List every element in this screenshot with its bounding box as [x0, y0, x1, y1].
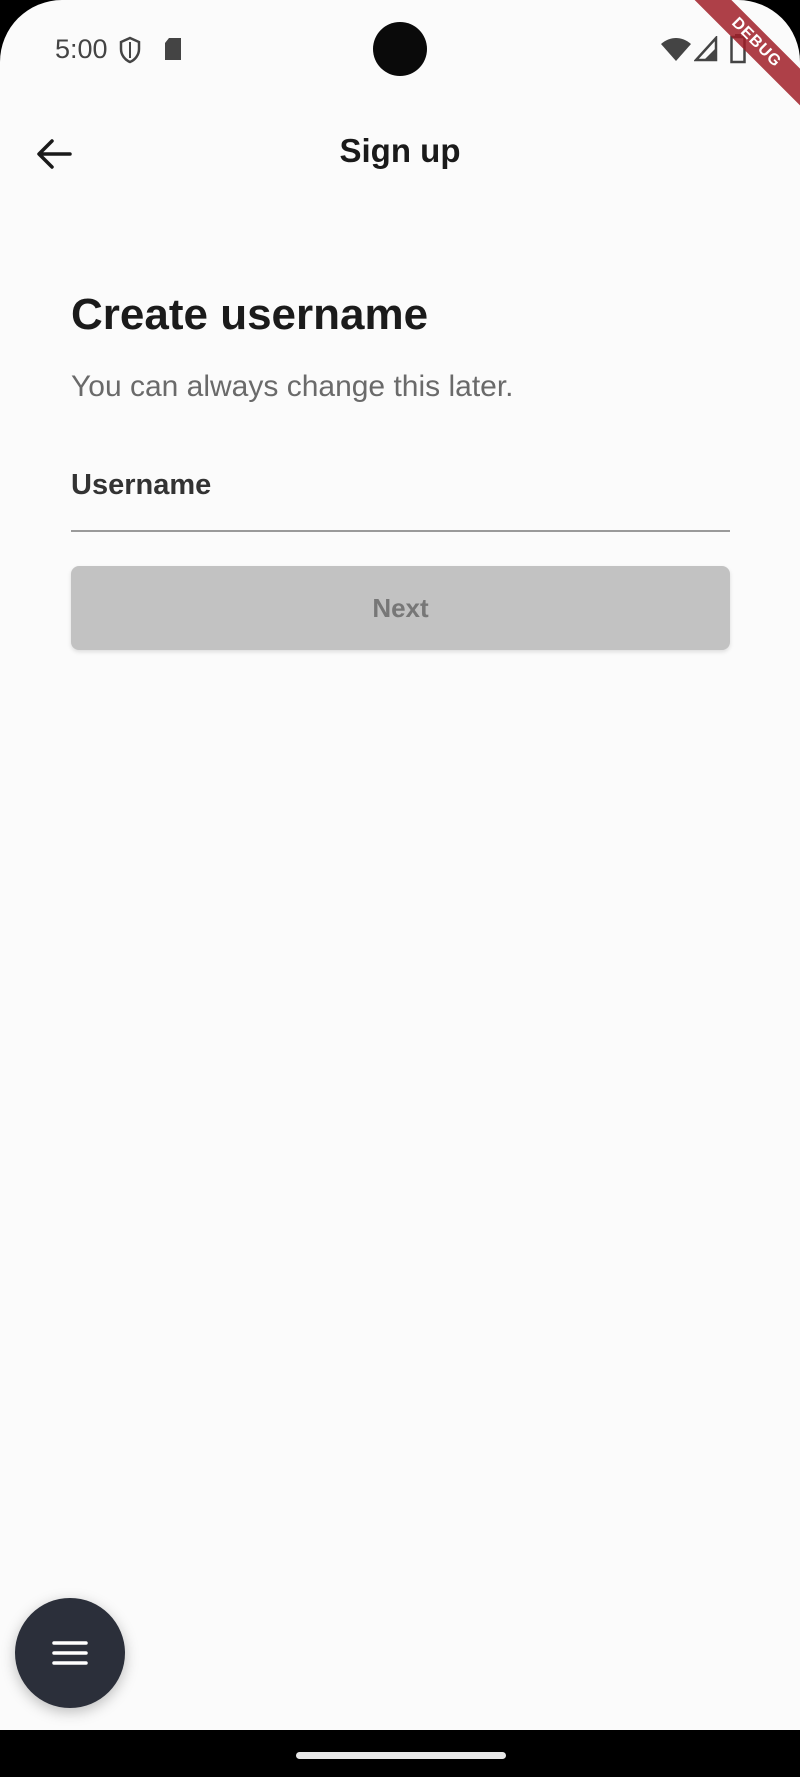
next-button[interactable]: Next	[71, 566, 730, 650]
signal-icon	[694, 36, 718, 62]
sd-card-icon	[165, 38, 181, 60]
front-camera	[373, 22, 427, 76]
app-bar: Sign up	[0, 112, 800, 196]
shield-icon	[119, 36, 141, 64]
page-title: Create username	[71, 290, 429, 339]
app-bar-title: Sign up	[339, 132, 461, 169]
menu-fab-button[interactable]	[15, 1598, 125, 1708]
menu-icon	[52, 1641, 88, 1665]
navigation-handle[interactable]	[296, 1752, 506, 1759]
username-input[interactable]	[71, 460, 730, 532]
page-subtitle: You can always change this later.	[71, 370, 514, 403]
status-bar: 5:00	[0, 22, 800, 78]
app-screen: 5:00 DEBUG Sign up Create username You c…	[0, 0, 800, 1730]
wifi-icon	[661, 38, 691, 61]
status-time: 5:00	[55, 34, 108, 64]
